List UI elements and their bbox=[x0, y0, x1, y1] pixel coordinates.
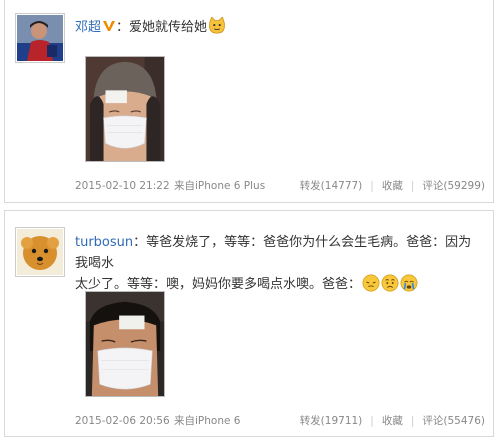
post-content: 邓超 ：爱她就传给她 bbox=[75, 17, 483, 38]
post-time[interactable]: 2015-02-06 20:56 bbox=[75, 414, 170, 428]
post-photo[interactable] bbox=[85, 56, 165, 162]
crying-face-emoji bbox=[400, 274, 418, 292]
cat-face-emoji bbox=[209, 17, 225, 34]
man-with-mask-photo bbox=[86, 292, 164, 396]
post-source[interactable]: 来自iPhone 6 bbox=[174, 414, 240, 428]
divider: | bbox=[410, 415, 415, 427]
post-actions: 转发(14777) | 收藏 | 评论(59299) bbox=[300, 179, 485, 193]
post-actions: 转发(19711) | 收藏 | 评论(55476) bbox=[300, 414, 485, 428]
worried-face-emoji bbox=[381, 274, 399, 292]
avatar[interactable] bbox=[15, 227, 65, 277]
post-meta: 2015-02-06 20:56 来自iPhone 6 转发(19711) | 收藏… bbox=[75, 414, 485, 428]
favorite-button[interactable]: 收藏 bbox=[382, 179, 403, 193]
favorite-button[interactable]: 收藏 bbox=[382, 414, 403, 428]
author-name[interactable]: 邓超 bbox=[75, 20, 101, 35]
post-text: ：爱她就传给她 bbox=[116, 20, 208, 35]
post-text-line1: ：等爸发烧了，等等：爸爸你为什么会生毛病。爸爸：因为我喝水 bbox=[75, 235, 472, 271]
weibo-post: 邓超 ：爱她就传给她 2015-02-10 21:22 来自iPhone 6 Pl… bbox=[4, 0, 494, 203]
avatar-image bbox=[17, 15, 63, 61]
post-content: turbosun：等爸发烧了，等等：爸爸你为什么会生毛病。爸爸：因为我喝水 太少… bbox=[75, 232, 483, 295]
avatar-image bbox=[17, 229, 63, 275]
post-source[interactable]: 来自iPhone 6 Plus bbox=[174, 179, 265, 193]
post-photo[interactable] bbox=[85, 291, 165, 397]
comment-button[interactable]: 评论(59299) bbox=[422, 179, 485, 193]
pensive-face-emoji bbox=[362, 274, 380, 292]
author-name[interactable]: turbosun bbox=[75, 235, 133, 250]
post-meta: 2015-02-10 21:22 来自iPhone 6 Plus 转发(1477… bbox=[75, 179, 485, 193]
comment-button[interactable]: 评论(55476) bbox=[422, 414, 485, 428]
woman-with-mask-photo bbox=[86, 57, 164, 161]
post-time[interactable]: 2015-02-10 21:22 bbox=[75, 179, 170, 193]
verified-badge-icon bbox=[103, 21, 116, 31]
avatar[interactable] bbox=[15, 13, 65, 63]
repost-button[interactable]: 转发(19711) bbox=[300, 414, 363, 428]
divider: | bbox=[370, 415, 374, 427]
repost-button[interactable]: 转发(14777) bbox=[300, 179, 363, 193]
divider: | bbox=[370, 180, 374, 192]
post-text-line2: 太少了。等等：噢，妈妈你要多喝点水噢。爸爸： bbox=[75, 277, 362, 292]
divider: | bbox=[410, 180, 415, 192]
weibo-post: turbosun：等爸发烧了，等等：爸爸你为什么会生毛病。爸爸：因为我喝水 太少… bbox=[4, 210, 494, 437]
